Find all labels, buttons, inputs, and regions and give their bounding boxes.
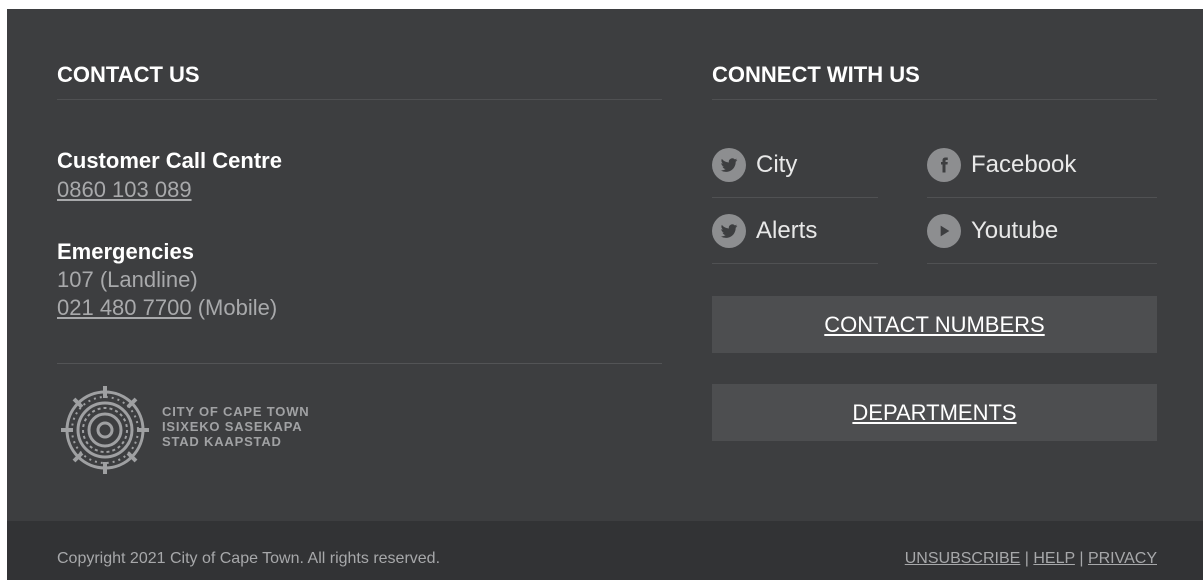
mobile-suffix: (Mobile) [191, 295, 278, 320]
youtube-icon [927, 213, 961, 248]
emergencies-block: Emergencies 107 (Landline) 021 480 7700 … [57, 238, 662, 322]
link-separator: | [1074, 550, 1088, 567]
contact-numbers-button[interactable]: CONTACT NUMBERS [712, 296, 1157, 353]
twitter-icon [712, 147, 746, 182]
city-logo[interactable]: CITY OF CAPE TOWN ISIXEKO SASEKAPA STAD … [57, 382, 357, 482]
social-link-alerts-twitter[interactable]: Alerts [712, 198, 878, 264]
logo-line-en: CITY OF CAPE TOWN [162, 404, 310, 419]
privacy-link[interactable]: PRIVACY [1088, 550, 1157, 567]
link-separator: | [1020, 550, 1034, 567]
emergencies-label: Emergencies [57, 239, 194, 264]
connect-column: CONNECT WITH US [712, 60, 1157, 100]
copyright-text: Copyright 2021 City of Cape Town. All ri… [57, 550, 441, 567]
mobile-phone-link[interactable]: 021 480 7700 [57, 295, 192, 320]
logo-line-xh: ISIXEKO SASEKAPA [162, 419, 303, 434]
left-divider [57, 363, 662, 364]
facebook-icon [927, 147, 961, 182]
departments-button[interactable]: DEPARTMENTS [712, 384, 1157, 441]
social-label-city: City [756, 150, 798, 178]
social-label-facebook: Facebook [971, 150, 1077, 178]
social-link-youtube[interactable]: Youtube [927, 198, 1157, 264]
call-centre-block: Customer Call Centre 0860 103 089 [57, 147, 662, 205]
logo-line-af: STAD KAAPSTAD [162, 434, 282, 449]
logo-text: CITY OF CAPE TOWN ISIXEKO SASEKAPA STAD … [162, 404, 309, 449]
city-seal-icon [61, 386, 149, 474]
social-label-youtube: Youtube [971, 216, 1059, 244]
social-link-city-twitter[interactable]: City [712, 132, 878, 198]
connect-heading: CONNECT WITH US [712, 60, 1157, 100]
social-link-facebook[interactable]: Facebook [927, 132, 1157, 198]
unsubscribe-link[interactable]: UNSUBSCRIBE [905, 550, 1021, 567]
contact-heading: CONTACT US [57, 60, 662, 100]
social-label-alerts: Alerts [756, 216, 818, 244]
twitter-icon [712, 213, 746, 248]
contact-column: CONTACT US Customer Call Centre 0860 103… [57, 60, 662, 322]
mobile-line: 021 480 7700 (Mobile) [57, 294, 662, 322]
landline-text: 107 (Landline) [57, 267, 198, 292]
help-link[interactable]: HELP [1033, 550, 1075, 567]
footer-links: UNSUBSCRIBE | HELP | PRIVACY [905, 550, 1157, 568]
call-centre-label: Customer Call Centre [57, 148, 282, 173]
call-centre-phone-link[interactable]: 0860 103 089 [57, 177, 192, 202]
